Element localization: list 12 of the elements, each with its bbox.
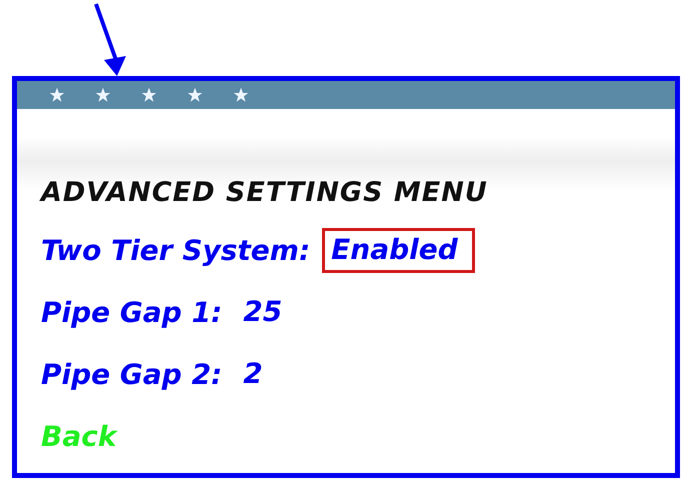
setting-label[interactable]: Pipe Gap 2: <box>41 358 222 390</box>
star-icon <box>187 87 203 103</box>
menu-title: ADVANCED SETTINGS MENU <box>41 177 489 208</box>
setting-label[interactable]: Pipe Gap 1: <box>41 296 222 328</box>
setting-value[interactable]: 2 <box>234 352 280 396</box>
star-icon <box>141 87 157 103</box>
star-icon <box>95 87 111 103</box>
star-icon <box>233 87 249 103</box>
star-icon <box>49 87 65 103</box>
setting-label[interactable]: Two Tier System: <box>41 234 310 266</box>
setting-value[interactable]: Enabled <box>322 228 475 272</box>
setting-value[interactable]: 25 <box>234 290 300 334</box>
